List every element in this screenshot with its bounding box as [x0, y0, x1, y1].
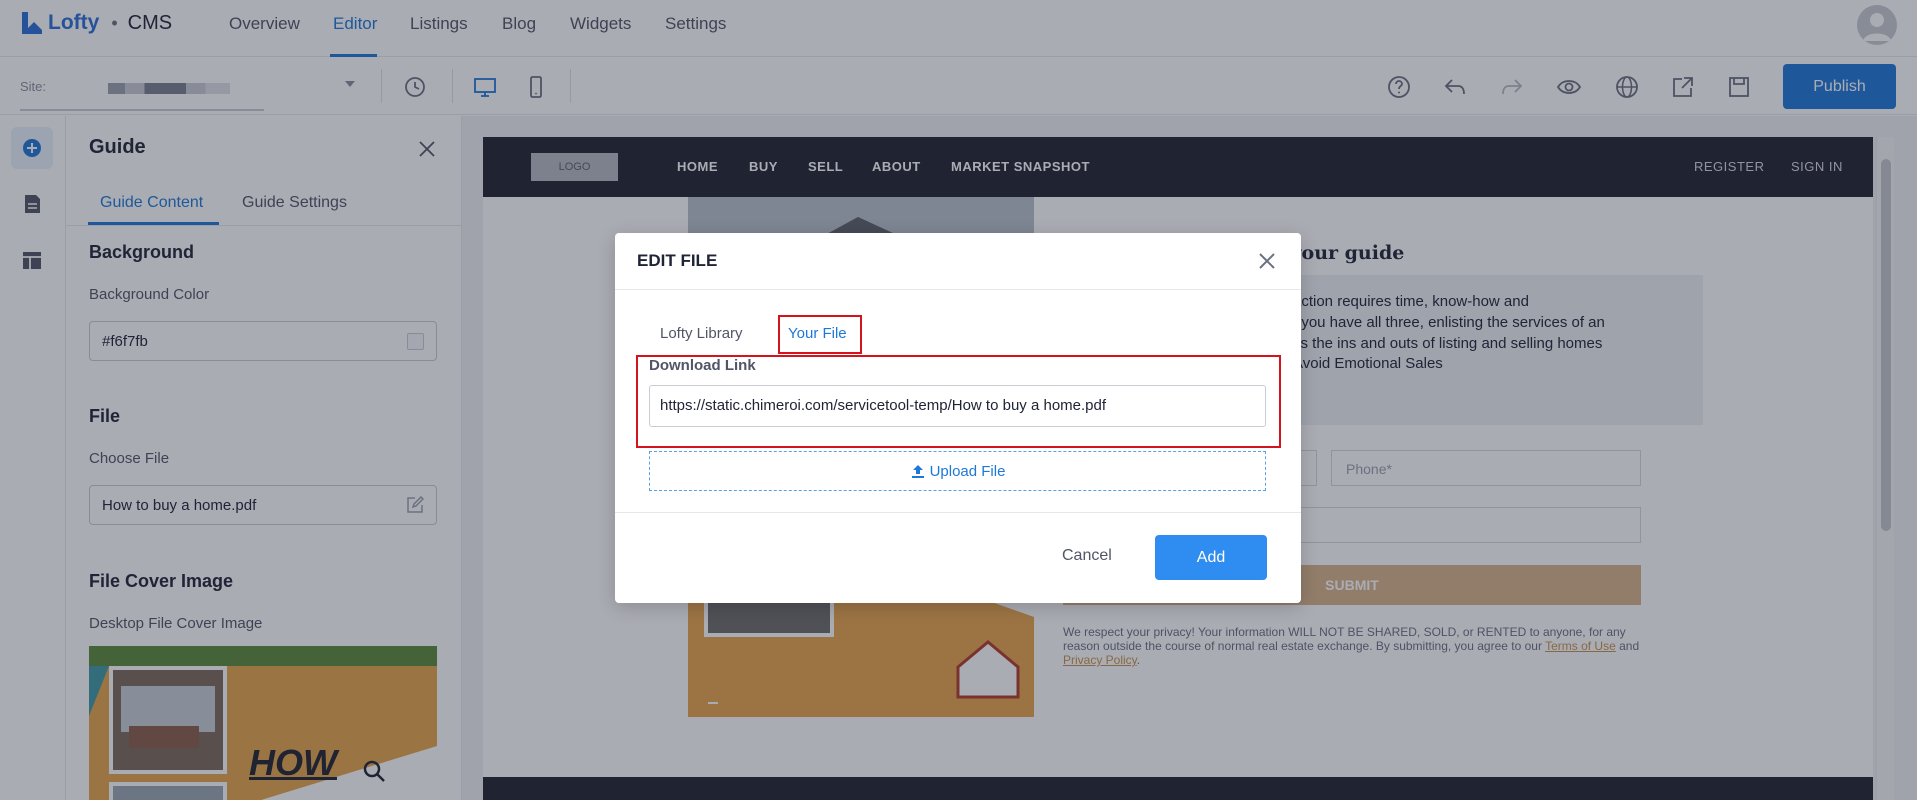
dialog-title: EDIT FILE	[637, 251, 718, 270]
upload-file-label: Upload File	[929, 462, 1006, 480]
dialog-footer-divider	[615, 512, 1301, 513]
dialog-header-divider	[615, 289, 1301, 290]
tab-lofty-library[interactable]: Lofty Library	[660, 325, 743, 342]
upload-file-button[interactable]: Upload File	[649, 451, 1266, 491]
edit-file-dialog: EDIT FILE Lofty Library Your File Downlo…	[615, 233, 1301, 603]
download-link-label: Download Link	[649, 357, 756, 374]
download-link-input[interactable]: https://static.chimeroi.com/servicetool-…	[649, 385, 1266, 427]
upload-icon	[911, 465, 924, 478]
cancel-button[interactable]: Cancel	[1062, 547, 1112, 565]
your-file-tab-highlight	[778, 315, 862, 354]
close-icon[interactable]	[1258, 252, 1276, 270]
add-button[interactable]: Add	[1155, 535, 1267, 580]
